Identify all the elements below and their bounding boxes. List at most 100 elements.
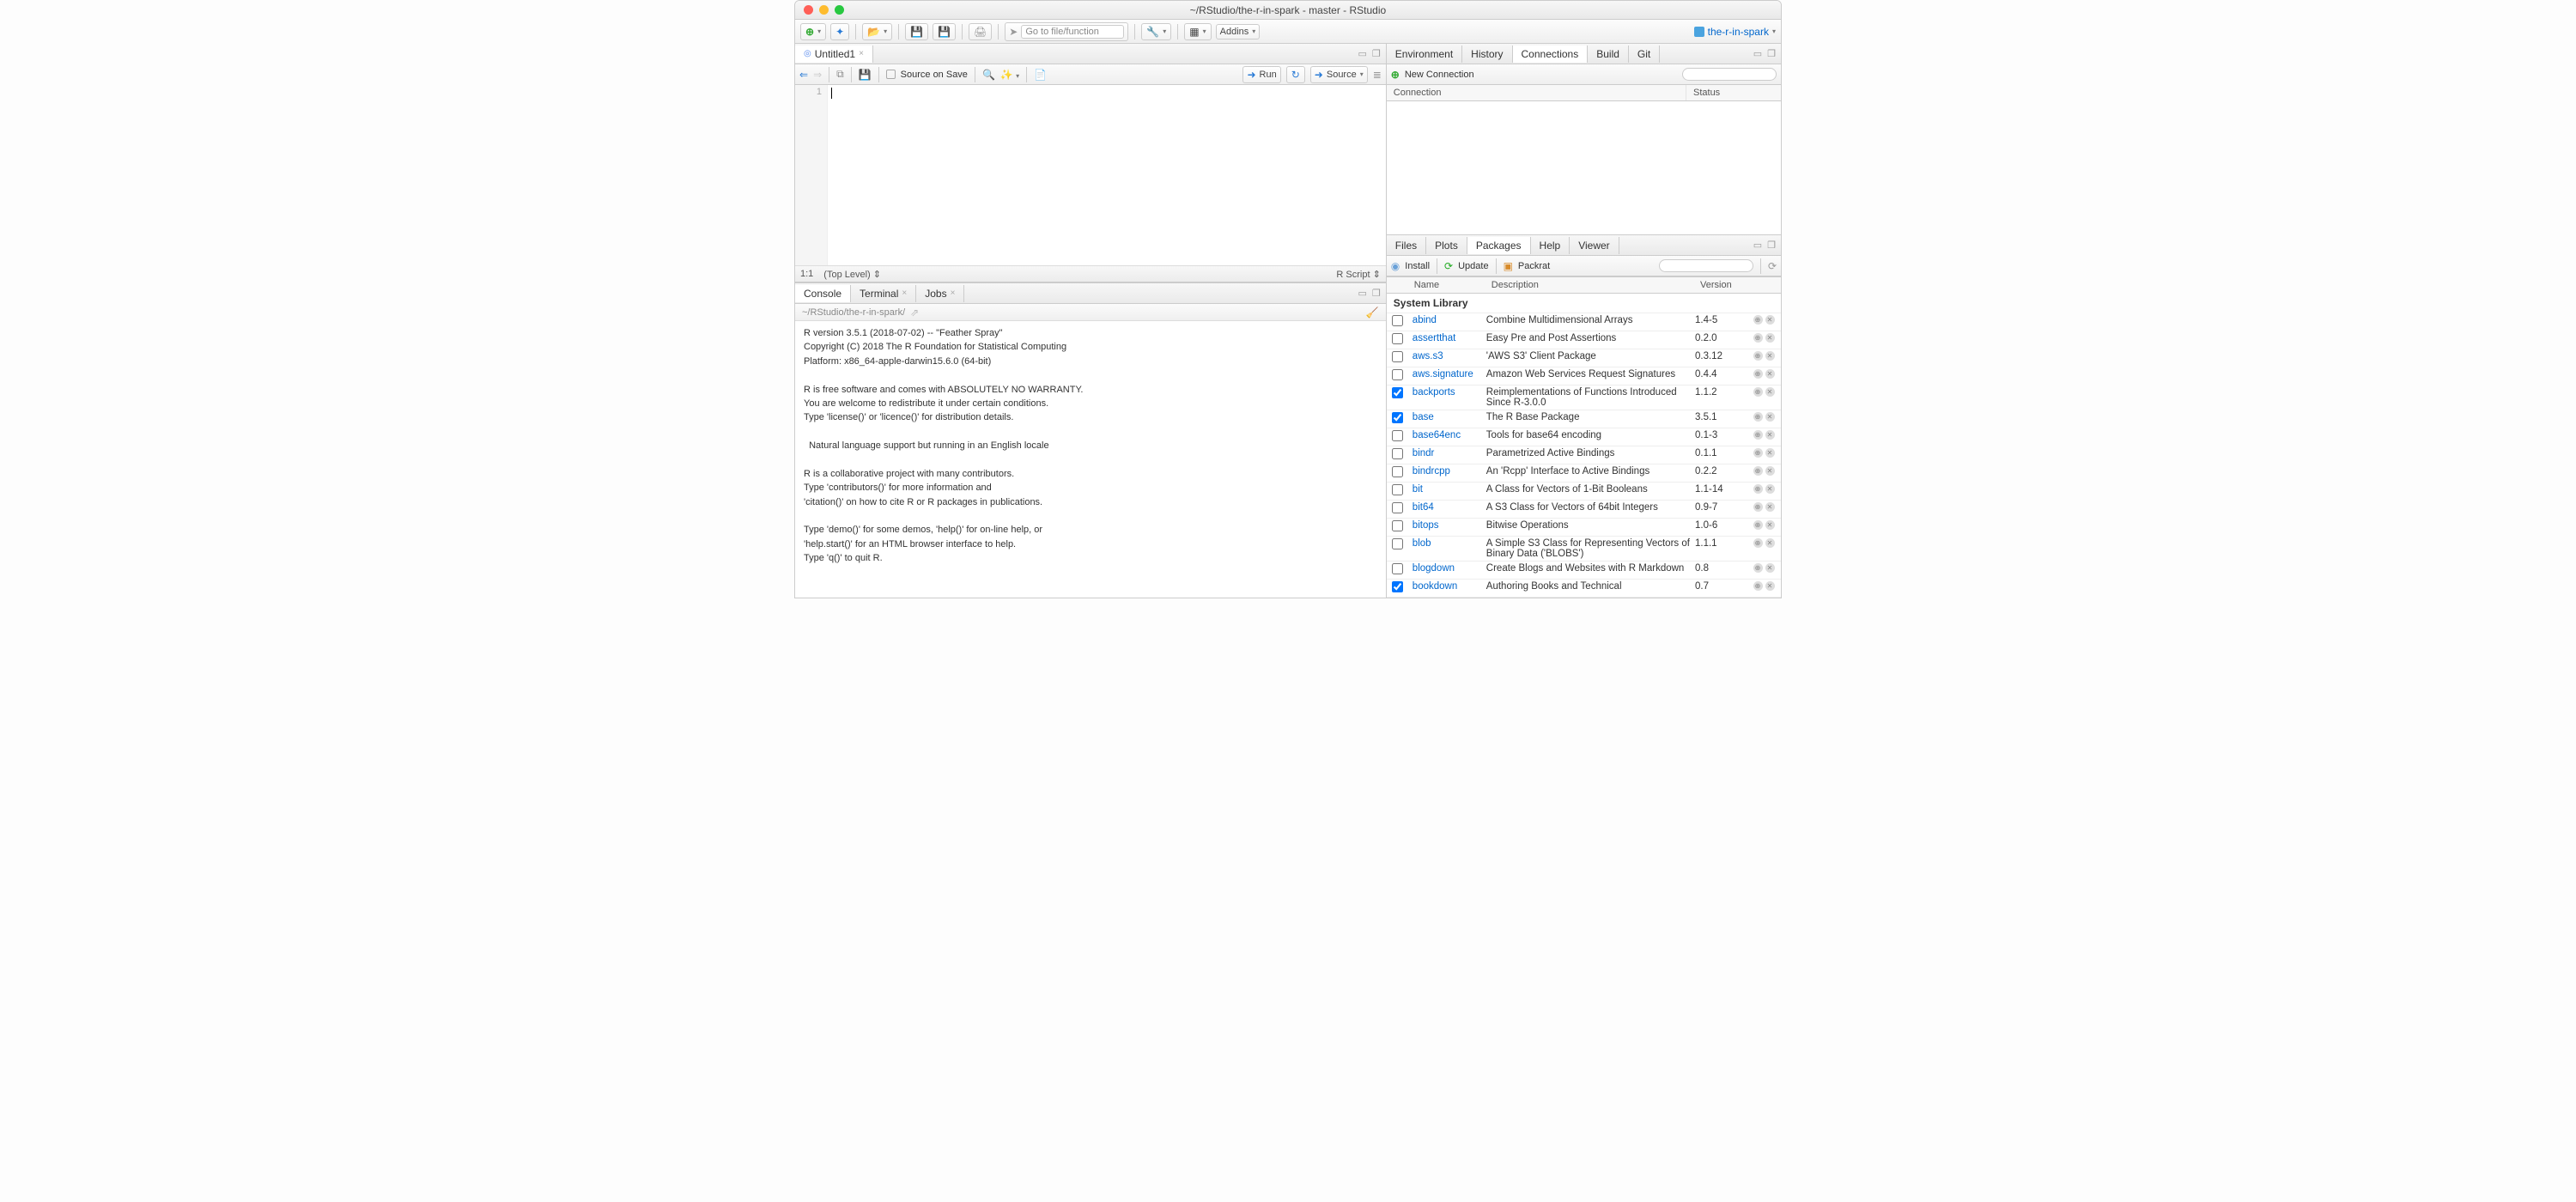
compile-report-icon[interactable]: 📄 [1034,69,1047,81]
open-file-button[interactable]: 📂▾ [862,23,892,40]
addins-menu[interactable]: Addins ▾ [1216,24,1261,39]
goto-file-function[interactable]: ➤Go to file/function [1005,22,1128,41]
maximize-pane-icon[interactable]: ❐ [1370,48,1382,59]
new-project-button[interactable]: ✦ [830,23,849,40]
web-icon[interactable]: ⊕ [1753,387,1763,397]
package-checkbox[interactable] [1392,351,1403,362]
web-icon[interactable]: ⊕ [1753,351,1763,361]
remove-icon[interactable]: ✕ [1765,369,1775,379]
project-menu[interactable]: the-r-in-spark ▾ [1694,26,1776,38]
source-editor[interactable]: 1 [795,85,1386,265]
close-tab-icon[interactable]: × [859,49,864,58]
package-checkbox[interactable] [1392,369,1403,380]
connections-search[interactable]: 🔍 [1682,68,1777,81]
source-tab-untitled1[interactable]: ◎ Untitled1 × [795,46,873,63]
package-name[interactable]: assertthat [1409,333,1486,343]
file-type-selector[interactable]: R Script ⇕ [1336,269,1380,280]
package-checkbox[interactable] [1392,315,1403,326]
package-name[interactable]: bookdown [1409,581,1486,592]
minimize-pane-icon[interactable]: ▭ [1752,48,1764,59]
package-name[interactable]: bit [1409,484,1486,495]
source-button[interactable]: ➜ Source ▾ [1310,66,1368,83]
maximize-pane-icon[interactable]: ❐ [1370,288,1382,299]
show-in-new-window-icon[interactable]: ⧉ [836,68,844,81]
web-icon[interactable]: ⊕ [1753,466,1763,476]
remove-icon[interactable]: ✕ [1765,563,1775,573]
minimize-pane-icon[interactable]: ▭ [1357,48,1369,59]
minimize-pane-icon[interactable]: ▭ [1752,240,1764,251]
web-icon[interactable]: ⊕ [1753,333,1763,343]
new-connection-button[interactable]: New Connection [1405,70,1474,80]
package-name[interactable]: bitops [1409,520,1486,531]
web-icon[interactable]: ⊕ [1753,502,1763,512]
clear-console-icon[interactable]: 🧹 [1366,307,1379,319]
remove-icon[interactable]: ✕ [1765,387,1775,397]
grid-button[interactable]: ▦▾ [1184,23,1211,40]
tab-history[interactable]: History [1462,46,1512,63]
remove-icon[interactable]: ✕ [1765,502,1775,512]
build-tools-button[interactable]: 🔧▾ [1141,23,1171,40]
remove-icon[interactable]: ✕ [1765,333,1775,343]
remove-icon[interactable]: ✕ [1765,484,1775,494]
new-file-button[interactable]: ⊕▾ [800,23,826,40]
web-icon[interactable]: ⊕ [1753,538,1763,548]
packages-search[interactable]: 🔍 [1659,259,1753,272]
remove-icon[interactable]: ✕ [1765,315,1775,325]
remove-icon[interactable]: ✕ [1765,448,1775,458]
web-icon[interactable]: ⊕ [1753,448,1763,458]
tab-files[interactable]: Files [1387,237,1426,254]
package-name[interactable]: blogdown [1409,563,1486,574]
tab-build[interactable]: Build [1588,46,1629,63]
package-name[interactable]: blob [1409,538,1486,549]
print-button[interactable]: 🖨 [969,23,992,40]
tab-terminal[interactable]: Terminal × [851,285,916,302]
run-button[interactable]: ➜ Run [1242,66,1280,83]
package-name[interactable]: aws.s3 [1409,351,1486,361]
package-checkbox[interactable] [1392,484,1403,495]
maximize-pane-icon[interactable]: ❐ [1765,240,1777,251]
package-name[interactable]: bit64 [1409,502,1486,513]
package-checkbox[interactable] [1392,538,1403,549]
tab-console[interactable]: Console [795,285,851,302]
package-checkbox[interactable] [1392,430,1403,441]
close-window-button[interactable] [804,5,813,15]
tab-git[interactable]: Git [1629,46,1660,63]
web-icon[interactable]: ⊕ [1753,412,1763,422]
web-icon[interactable]: ⊕ [1753,581,1763,591]
web-icon[interactable]: ⊕ [1753,369,1763,379]
tab-help[interactable]: Help [1531,237,1571,254]
remove-icon[interactable]: ✕ [1765,538,1775,548]
package-checkbox[interactable] [1392,502,1403,513]
maximize-pane-icon[interactable]: ❐ [1765,48,1777,59]
tab-packages[interactable]: Packages [1467,237,1531,254]
maximize-window-button[interactable] [835,5,844,15]
package-name[interactable]: aws.signature [1409,369,1486,379]
source-on-save-checkbox[interactable] [886,70,896,79]
package-name[interactable]: backports [1409,387,1486,398]
web-icon[interactable]: ⊕ [1753,520,1763,530]
remove-icon[interactable]: ✕ [1765,466,1775,476]
web-icon[interactable]: ⊕ [1753,563,1763,573]
update-button[interactable]: Update [1458,261,1488,271]
web-icon[interactable]: ⊕ [1753,484,1763,494]
back-icon[interactable]: ⇐ [799,69,808,81]
package-checkbox[interactable] [1392,448,1403,459]
package-checkbox[interactable] [1392,466,1403,477]
package-name[interactable]: base64enc [1409,430,1486,440]
package-checkbox[interactable] [1392,333,1403,344]
save-all-button[interactable]: 💾 [933,23,956,40]
remove-icon[interactable]: ✕ [1765,351,1775,361]
minimize-pane-icon[interactable]: ▭ [1357,288,1369,299]
packrat-button[interactable]: Packrat [1518,261,1550,271]
package-checkbox[interactable] [1392,520,1403,531]
web-icon[interactable]: ⊕ [1753,430,1763,440]
tab-environment[interactable]: Environment [1387,46,1462,63]
package-name[interactable]: bindrcpp [1409,466,1486,477]
tab-connections[interactable]: Connections [1513,46,1589,63]
refresh-icon[interactable]: ⟳ [1768,260,1777,272]
rerun-button[interactable]: ↻ [1286,66,1305,83]
package-checkbox[interactable] [1392,563,1403,574]
tab-plots[interactable]: Plots [1426,237,1467,254]
wand-icon[interactable]: ✨ ▾ [1000,69,1019,81]
package-checkbox[interactable] [1392,581,1403,592]
